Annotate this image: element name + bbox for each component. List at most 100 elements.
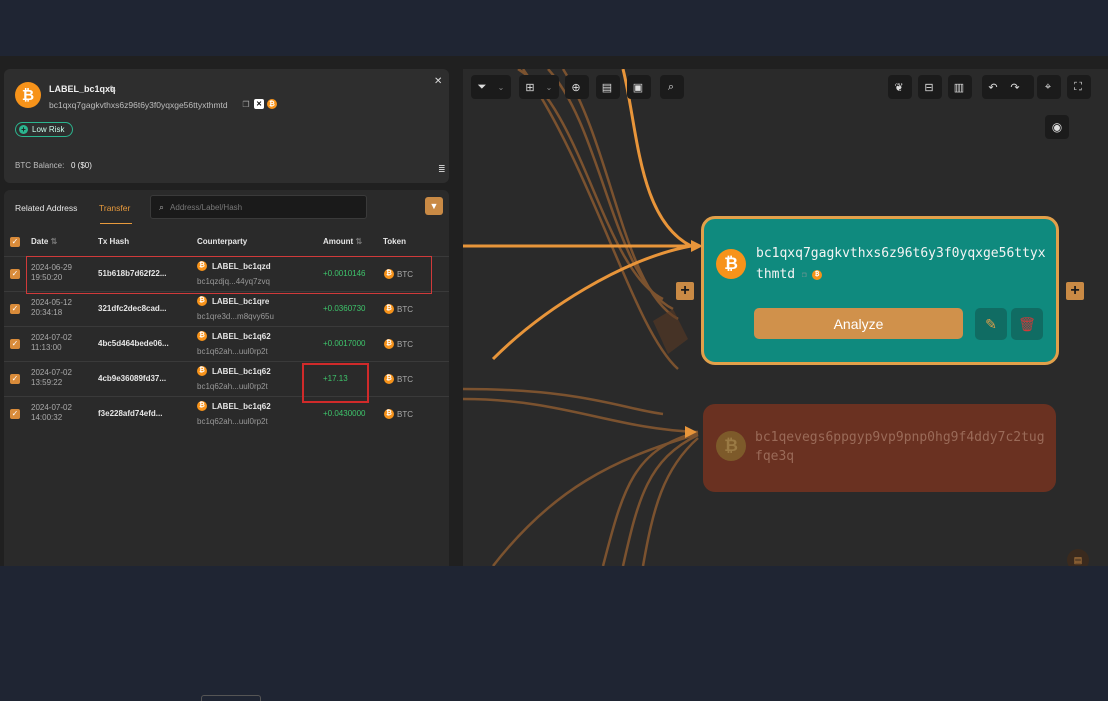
- fullscreen-icon: ⛶: [1074, 80, 1082, 93]
- balance-value: 0 ($0): [71, 161, 92, 170]
- bitcoin-icon: ₿: [384, 374, 394, 384]
- edit-icon[interactable]: ✎: [109, 84, 117, 95]
- undo-icon[interactable]: ↶: [982, 75, 1004, 99]
- row-counterparty-label[interactable]: LABEL_bc1qre: [212, 297, 269, 306]
- row-date: 2024-07-02 13:59:22: [31, 368, 72, 387]
- active-tab-indicator: [100, 223, 132, 224]
- redo-icon[interactable]: ↷: [1004, 75, 1026, 99]
- filter-dropdown[interactable]: ⏷ ⌄: [471, 75, 511, 99]
- tab-related-address[interactable]: Related Address: [15, 203, 77, 213]
- node-address: bc1qxq7gagkvthxs6z96t6y3f0yqxge56ttyxthm…: [756, 246, 1046, 282]
- layout-icon: ⊟: [924, 81, 934, 94]
- delete-node-button[interactable]: 🗑: [1011, 308, 1043, 340]
- expand-right-button[interactable]: +: [1066, 282, 1084, 300]
- row-amount: +0.0017000: [323, 339, 366, 348]
- zoom-search-button[interactable]: ⌕: [660, 75, 684, 99]
- layout-dropdown[interactable]: ⊞ ⌄: [519, 75, 559, 99]
- pencil-icon: ✎: [985, 315, 997, 332]
- copy-icon[interactable]: ❐: [241, 99, 251, 109]
- column-header-amount[interactable]: Amount ⇅: [323, 237, 362, 246]
- row-date: 2024-07-02 11:13:00: [31, 333, 72, 352]
- node-address: bc1qevegs6ppgyp9vp9pnp0hg9f4ddy7c2tugfqe…: [755, 430, 1045, 464]
- row-counterparty-address[interactable]: bc1qre3d...m8qvy65u: [197, 312, 274, 321]
- transactions-panel: Related Address Transfer ⌕ ▼ ✓ Date ⇅ Tx…: [4, 190, 449, 701]
- table-row[interactable]: ✓ 2024-07-02 11:13:00 4bc5d464bede06... ₿…: [4, 326, 449, 362]
- bitcoin-icon: ₿: [197, 331, 207, 341]
- panel-button[interactable]: ▥: [948, 75, 972, 99]
- plus-icon: +: [1070, 282, 1080, 299]
- expand-left-button[interactable]: +: [676, 282, 694, 300]
- bitcoin-icon: ₿: [812, 269, 823, 280]
- main-address-node[interactable]: ₿ bc1qxq7gagkvthxs6z96t6y3f0yqxge56ttyxt…: [701, 216, 1059, 365]
- report-icon: ▣: [632, 81, 644, 94]
- bitcoin-icon: ₿: [267, 99, 277, 109]
- table-row[interactable]: ✓ 2024-07-02 14:00:32 f3e228afd74efd... ₿…: [4, 396, 449, 432]
- scroll-handle[interactable]: [201, 695, 261, 701]
- row-counterparty-address[interactable]: bc1q62ah...uul0rp2t: [197, 347, 268, 356]
- x-icon[interactable]: ✕: [254, 99, 264, 109]
- table-row[interactable]: ✓ 2024-07-02 13:59:22 4cb9e36089fd37... ₿…: [4, 361, 449, 397]
- search-box: ⌕: [150, 195, 367, 219]
- address-card: ₿ LABEL_bc1qxq ✎ bc1qxq7gagkvthxs6z96t6y…: [4, 69, 449, 183]
- twitter-button[interactable]: ❦: [888, 75, 912, 99]
- center-button[interactable]: ⌖: [1037, 75, 1061, 99]
- row-checkbox[interactable]: ✓: [10, 269, 20, 279]
- search-input[interactable]: [168, 201, 363, 213]
- row-checkbox[interactable]: ✓: [10, 339, 20, 349]
- app-area: ₿ LABEL_bc1qxq ✎ bc1qxq7gagkvthxs6z96t6y…: [0, 56, 1108, 701]
- secondary-address-node[interactable]: ₿ bc1qevegs6ppgyp9vp9pnp0hg9f4ddy7c2tugf…: [703, 404, 1056, 492]
- row-checkbox[interactable]: ✓: [10, 409, 20, 419]
- row-date: 2024-05-12 20:34:18: [31, 298, 72, 317]
- notes-button[interactable]: ▤: [596, 75, 620, 99]
- tab-transfer[interactable]: Transfer: [99, 203, 130, 213]
- bitcoin-icon: ₿: [384, 339, 394, 349]
- column-header-txhash: Tx Hash: [98, 237, 130, 246]
- row-counterparty-address[interactable]: bc1q62ah...uul0rp2t: [197, 417, 268, 426]
- menu-icon[interactable]: ≣: [438, 164, 446, 175]
- row-tx-hash[interactable]: 321dfc2dec8cad...: [98, 304, 166, 313]
- row-tx-hash[interactable]: 4cb9e36089fd37...: [98, 374, 166, 383]
- filter-icon: ⏷: [477, 80, 487, 93]
- table-row[interactable]: ✓ 2024-05-12 20:34:18 321dfc2dec8cad... ₿…: [4, 291, 449, 327]
- bitcoin-icon: ₿: [197, 296, 207, 306]
- risk-badge: + Low Risk: [15, 122, 74, 137]
- notes-icon: ▤: [601, 81, 613, 94]
- row-counterparty-address[interactable]: bc1q62ah...uul0rp2t: [197, 382, 268, 391]
- risk-text: Low Risk: [32, 125, 65, 134]
- edit-node-button[interactable]: ✎: [975, 308, 1007, 340]
- row-tx-hash[interactable]: 4bc5d464bede06...: [98, 339, 169, 348]
- add-node-button[interactable]: ⊕: [565, 75, 589, 99]
- copy-icon[interactable]: ❐: [799, 270, 809, 280]
- check-icon: +: [19, 125, 28, 134]
- bitcoin-icon: ₿: [15, 82, 41, 108]
- close-icon[interactable]: ✕: [434, 76, 442, 87]
- column-header-counterparty: Counterparty: [197, 237, 248, 246]
- row-token: BTC: [397, 340, 413, 349]
- row-checkbox[interactable]: ✓: [10, 304, 20, 314]
- filter-button[interactable]: ▼: [425, 197, 443, 215]
- row-checkbox[interactable]: ✓: [10, 374, 20, 384]
- row-amount: +0.0430000: [323, 409, 366, 418]
- analyze-button[interactable]: Analyze: [754, 308, 963, 339]
- target-icon: ⌖: [1044, 80, 1052, 93]
- column-header-date[interactable]: Date ⇅: [31, 237, 57, 246]
- column-header-token: Token: [383, 237, 406, 246]
- bitcoin-icon: ₿: [716, 431, 746, 461]
- report-button[interactable]: ▣: [627, 75, 651, 99]
- balance-label: BTC Balance:: [15, 161, 65, 170]
- row-counterparty-label[interactable]: LABEL_bc1q62: [212, 367, 271, 376]
- bitcoin-icon: ₿: [197, 366, 207, 376]
- fullscreen-button[interactable]: ⛶: [1067, 75, 1091, 99]
- graph-canvas[interactable]: ⏷ ⌄ ⊞ ⌄ ⊕ ▤ ▣ ⌕ ❦ ⊟ ▥ ↶ ↷ ⌖ ⛶ ◉ + + ₿ bc1qx…: [463, 69, 1108, 566]
- palette-button[interactable]: ◉: [1045, 115, 1069, 139]
- search-icon: ⌕: [159, 201, 165, 212]
- document-icon[interactable]: ▤: [1067, 549, 1089, 566]
- row-tx-hash[interactable]: f3e228afd74efd...: [98, 409, 162, 418]
- row-counterparty-label[interactable]: LABEL_bc1q62: [212, 332, 271, 341]
- trash-icon: 🗑: [1018, 315, 1036, 332]
- layout-button[interactable]: ⊟: [918, 75, 942, 99]
- row-counterparty-label[interactable]: LABEL_bc1q62: [212, 402, 271, 411]
- address-label: LABEL_bc1qxq: [49, 84, 116, 94]
- select-all-checkbox[interactable]: ✓: [10, 237, 20, 247]
- row-token: BTC: [397, 305, 413, 314]
